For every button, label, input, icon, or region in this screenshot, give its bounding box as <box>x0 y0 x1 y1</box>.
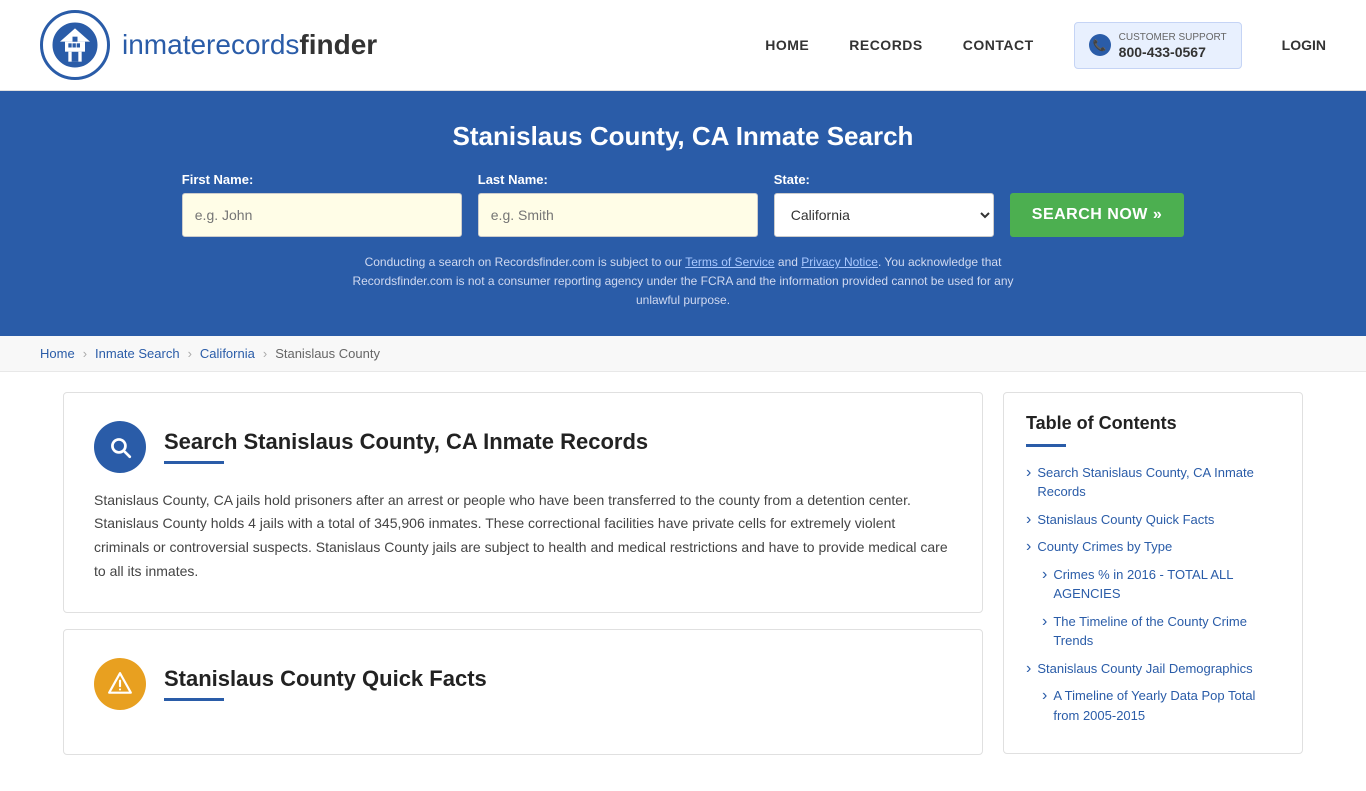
breadcrumb-sep-2: › <box>188 346 192 361</box>
logo-icon[interactable] <box>40 10 110 80</box>
quick-facts-title-block: Stanislaus County Quick Facts <box>164 666 487 701</box>
breadcrumb-home[interactable]: Home <box>40 346 75 361</box>
state-group: State: AlabamaAlaskaArizonaArkansasCalif… <box>774 172 994 237</box>
quick-facts-icon-circle <box>94 658 146 710</box>
login-button[interactable]: LOGIN <box>1282 37 1326 53</box>
toc-item: Stanislaus County Quick Facts <box>1026 510 1280 530</box>
first-name-label: First Name: <box>182 172 254 187</box>
support-label: CUSTOMER SUPPORT <box>1119 31 1227 44</box>
first-name-input[interactable] <box>182 193 462 237</box>
toc-title: Table of Contents <box>1026 413 1280 434</box>
search-form-row: First Name: Last Name: State: AlabamaAla… <box>40 172 1326 237</box>
toc-link[interactable]: A Timeline of Yearly Data Pop Total from… <box>1042 686 1280 725</box>
toc-list: Search Stanislaus County, CA Inmate Reco… <box>1026 463 1280 726</box>
nav-contact[interactable]: CONTACT <box>963 37 1034 53</box>
support-info: CUSTOMER SUPPORT 800-433-0567 <box>1119 31 1227 60</box>
main-content: Search Stanislaus County, CA Inmate Reco… <box>43 392 1323 771</box>
search-card-header: Search Stanislaus County, CA Inmate Reco… <box>94 421 952 473</box>
last-name-group: Last Name: <box>478 172 758 237</box>
support-number: 800-433-0567 <box>1119 44 1227 60</box>
alert-icon <box>107 671 133 697</box>
search-records-card: Search Stanislaus County, CA Inmate Reco… <box>63 392 983 613</box>
quick-facts-header: Stanislaus County Quick Facts <box>94 658 952 710</box>
search-now-button[interactable]: SEARCH NOW » <box>1010 193 1184 237</box>
logo-text: inmaterecordsfinder <box>122 29 377 61</box>
phone-icon: 📞 <box>1089 34 1111 56</box>
toc-divider <box>1026 444 1066 447</box>
breadcrumb-sep-1: › <box>83 346 87 361</box>
first-name-group: First Name: <box>182 172 462 237</box>
search-icon <box>107 434 133 460</box>
last-name-label: Last Name: <box>478 172 548 187</box>
breadcrumb: Home › Inmate Search › California › Stan… <box>0 336 1366 372</box>
toc-item: The Timeline of the County Crime Trends <box>1026 612 1280 651</box>
logo-area: inmaterecordsfinder <box>40 10 377 80</box>
breadcrumb-state[interactable]: California <box>200 346 255 361</box>
breadcrumb-sep-3: › <box>263 346 267 361</box>
privacy-link[interactable]: Privacy Notice <box>801 255 878 269</box>
toc-item: County Crimes by Type <box>1026 537 1280 557</box>
toc-card: Table of Contents Search Stanislaus Coun… <box>1003 392 1303 755</box>
search-banner: Stanislaus County, CA Inmate Search Firs… <box>0 91 1366 336</box>
article-section: Search Stanislaus County, CA Inmate Reco… <box>63 392 1003 771</box>
banner-title: Stanislaus County, CA Inmate Search <box>40 121 1326 152</box>
customer-support-box: 📞 CUSTOMER SUPPORT 800-433-0567 <box>1074 22 1242 69</box>
search-card-title-underline <box>164 461 224 464</box>
main-nav: HOME RECORDS CONTACT 📞 CUSTOMER SUPPORT … <box>765 22 1326 69</box>
sidebar: Table of Contents Search Stanislaus Coun… <box>1003 392 1303 755</box>
toc-link[interactable]: County Crimes by Type <box>1026 537 1280 557</box>
breadcrumb-current: Stanislaus County <box>275 346 380 361</box>
quick-facts-title-underline <box>164 698 224 701</box>
search-card-title: Search Stanislaus County, CA Inmate Reco… <box>164 429 648 455</box>
last-name-input[interactable] <box>478 193 758 237</box>
toc-item: A Timeline of Yearly Data Pop Total from… <box>1026 686 1280 725</box>
quick-facts-card: Stanislaus County Quick Facts <box>63 629 983 755</box>
quick-facts-title: Stanislaus County Quick Facts <box>164 666 487 692</box>
toc-link[interactable]: Stanislaus County Jail Demographics <box>1026 659 1280 679</box>
nav-home[interactable]: HOME <box>765 37 809 53</box>
toc-link[interactable]: Search Stanislaus County, CA Inmate Reco… <box>1026 463 1280 502</box>
toc-item: Stanislaus County Jail Demographics <box>1026 659 1280 679</box>
search-card-body: Stanislaus County, CA jails hold prisone… <box>94 489 952 584</box>
breadcrumb-inmate-search[interactable]: Inmate Search <box>95 346 180 361</box>
search-icon-circle <box>94 421 146 473</box>
toc-link[interactable]: Crimes % in 2016 - TOTAL ALL AGENCIES <box>1042 565 1280 604</box>
tos-link[interactable]: Terms of Service <box>685 255 774 269</box>
state-select[interactable]: AlabamaAlaskaArizonaArkansasCaliforniaCo… <box>774 193 994 237</box>
site-header: inmaterecordsfinder HOME RECORDS CONTACT… <box>0 0 1366 91</box>
nav-records[interactable]: RECORDS <box>849 37 923 53</box>
toc-item: Search Stanislaus County, CA Inmate Reco… <box>1026 463 1280 502</box>
toc-link[interactable]: The Timeline of the County Crime Trends <box>1042 612 1280 651</box>
disclaimer-text: Conducting a search on Recordsfinder.com… <box>333 253 1033 311</box>
toc-item: Crimes % in 2016 - TOTAL ALL AGENCIES <box>1026 565 1280 604</box>
toc-link[interactable]: Stanislaus County Quick Facts <box>1026 510 1280 530</box>
search-card-title-block: Search Stanislaus County, CA Inmate Reco… <box>164 429 648 464</box>
state-label: State: <box>774 172 810 187</box>
